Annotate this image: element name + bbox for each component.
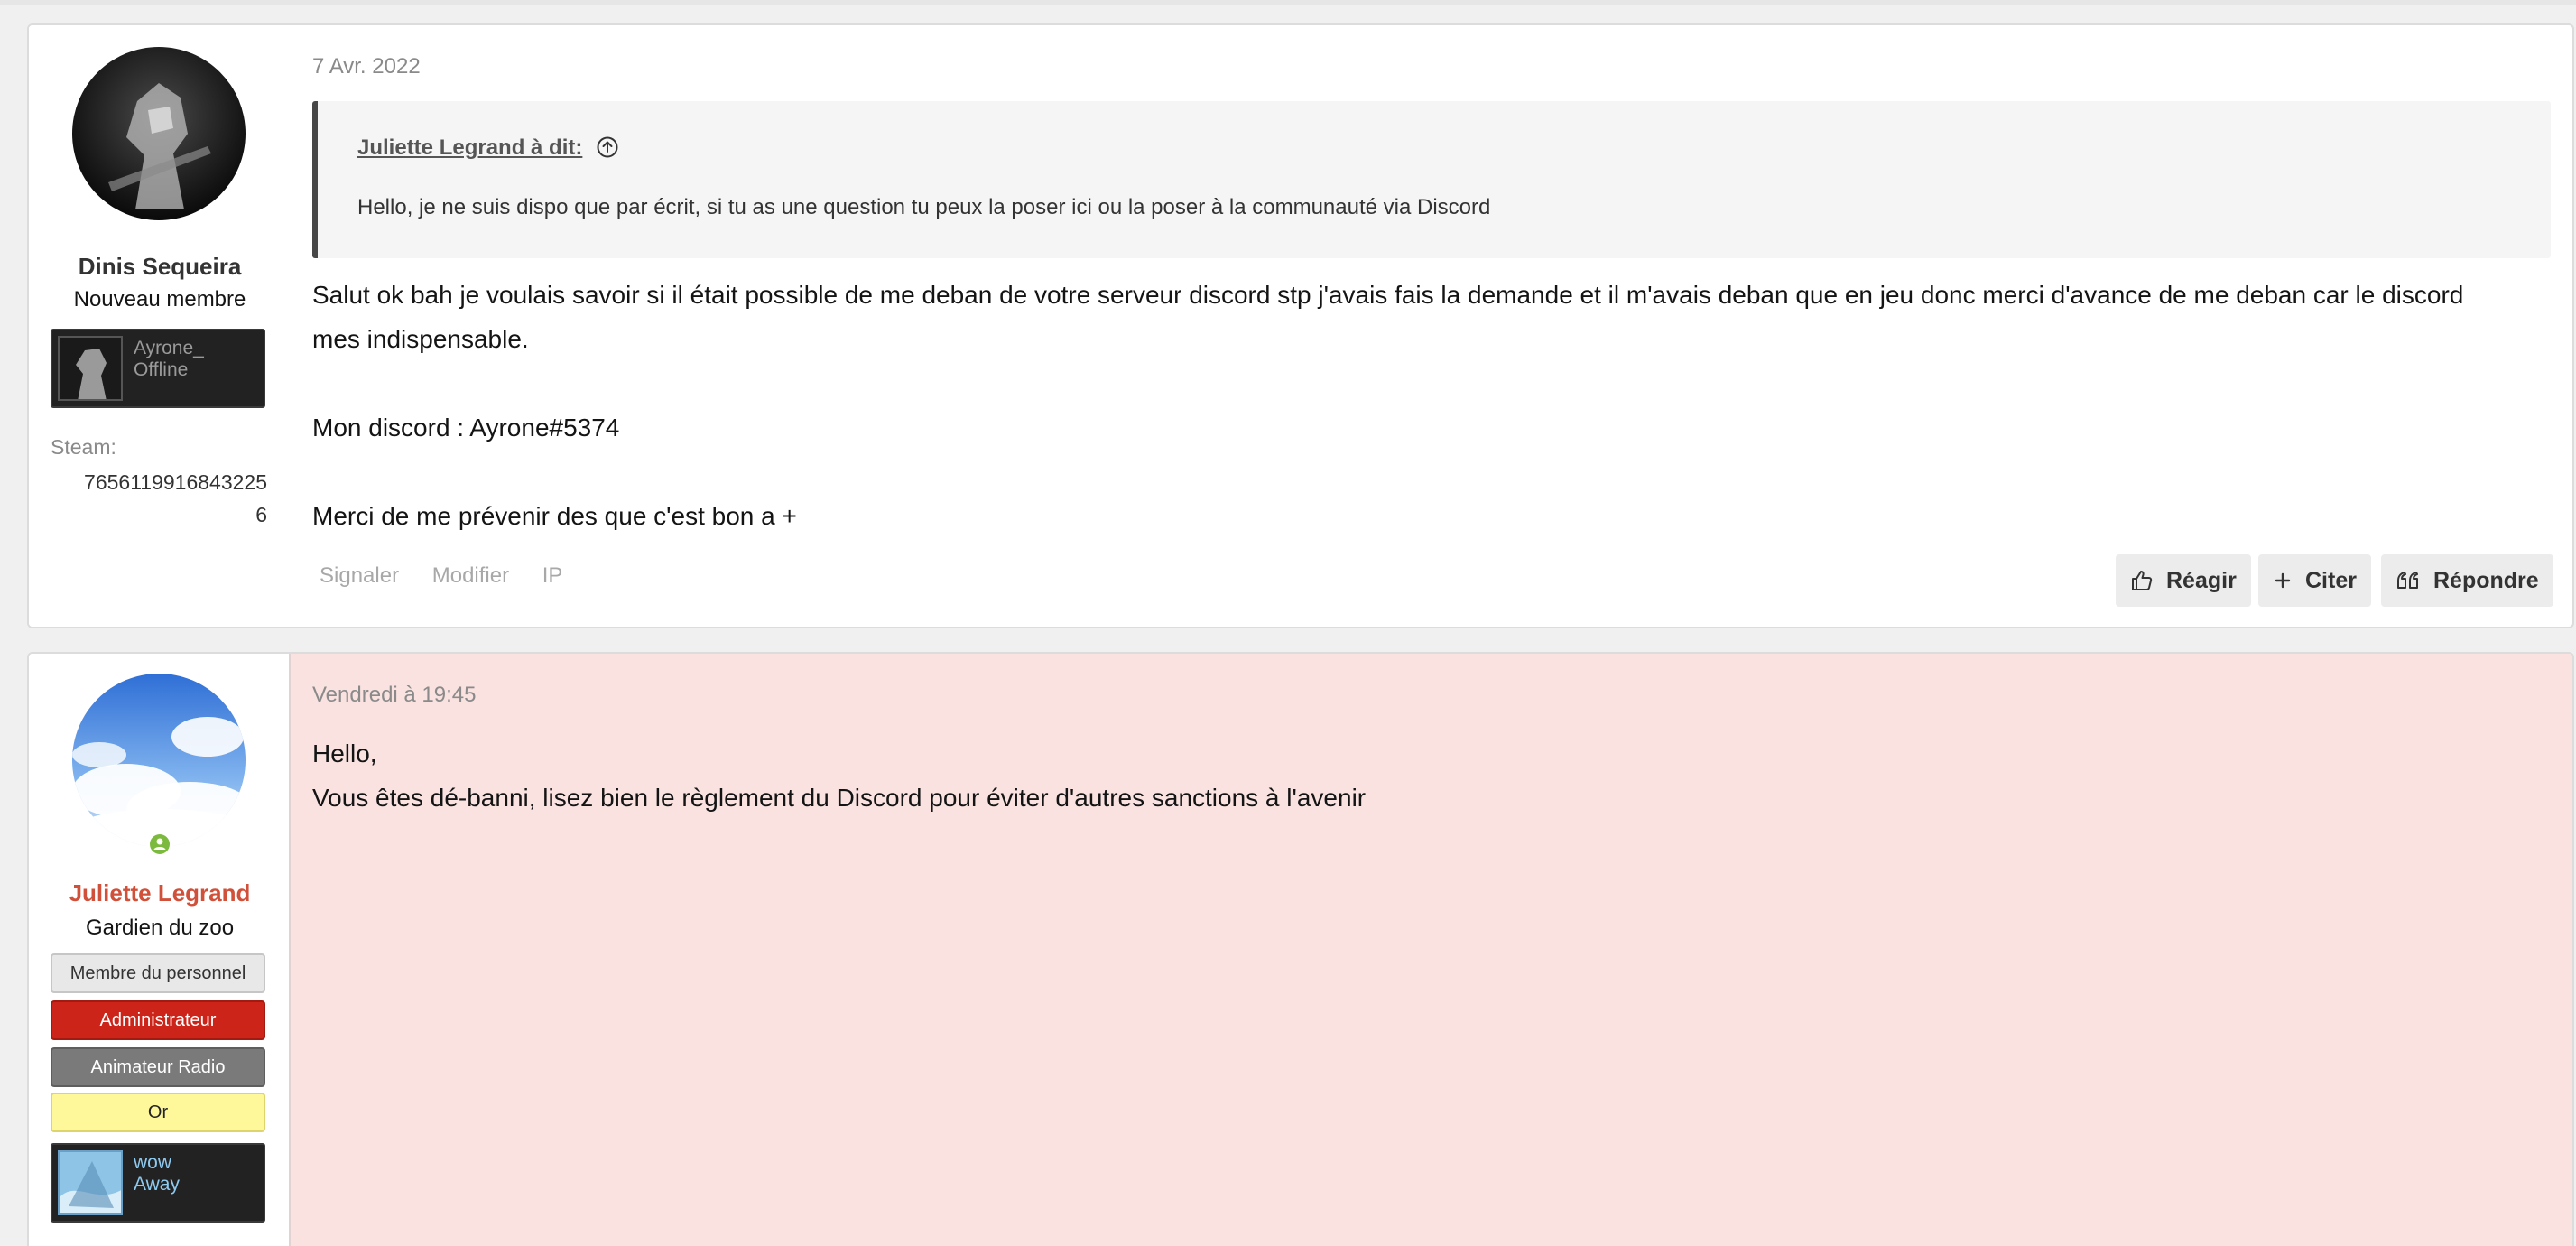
avatar[interactable]	[72, 47, 246, 220]
steam-status-card[interactable]: wow Away	[51, 1143, 265, 1223]
username[interactable]: Juliette Legrand	[29, 879, 291, 907]
status-name: Ayrone_	[134, 338, 204, 358]
message-user-panel: Juliette Legrand Gardien du zoo Membre d…	[29, 654, 291, 1246]
quote-text: Hello, je ne suis dispo que par écrit, s…	[357, 195, 1491, 219]
status-avatar	[58, 1150, 123, 1215]
previous-post-edge	[0, 0, 2576, 5]
ip-link[interactable]: IP	[542, 563, 563, 588]
message-user-panel: Dinis Sequeira Nouveau membre Ayrone_ Of…	[29, 25, 291, 627]
post-actions-left: Signaler Modifier IP	[320, 563, 589, 589]
arrow-up-circle-icon[interactable]	[596, 135, 619, 159]
custom-field-value-line: 7656119916843225	[84, 470, 267, 494]
message-line: Mon discord : Ayrone#5374	[312, 414, 620, 442]
message-line: Merci de me prévenir des que c'est bon a…	[312, 502, 797, 530]
message-body: Hello, Vous êtes dé-banni, lisez bien le…	[312, 731, 2560, 820]
avatar[interactable]	[72, 674, 246, 847]
message-line: Hello,	[312, 739, 377, 767]
username[interactable]: Dinis Sequeira	[29, 253, 291, 281]
reply-label: Répondre	[2433, 567, 2539, 593]
banner-gold: Or	[51, 1093, 265, 1132]
report-link[interactable]: Signaler	[320, 563, 399, 588]
react-label: Réagir	[2166, 567, 2237, 593]
message-post-staff: Juliette Legrand Gardien du zoo Membre d…	[27, 652, 2574, 1246]
banner-radio: Animateur Radio	[51, 1047, 265, 1087]
edit-link[interactable]: Modifier	[432, 563, 509, 588]
message-line: Vous êtes dé-banni, lisez bien le règlem…	[312, 784, 1367, 812]
user-title: Gardien du zoo	[85, 916, 235, 940]
banner-admin: Administrateur	[51, 1000, 265, 1040]
status-name: wow	[134, 1152, 172, 1173]
reply-button[interactable]: Répondre	[2381, 554, 2553, 607]
status-state: Away	[134, 1174, 180, 1195]
plus-icon	[2275, 572, 2291, 589]
message-line: Salut ok bah je voulais savoir si il éta…	[312, 281, 2464, 309]
thumbs-up-icon	[2132, 571, 2153, 590]
quote-button[interactable]: Citer	[2258, 554, 2371, 607]
status-avatar	[58, 336, 123, 401]
message-body: Salut ok bah je voulais savoir si il éta…	[312, 273, 2560, 538]
custom-field-label: Steam:	[51, 435, 116, 459]
user-title: Nouveau membre	[73, 287, 246, 312]
post-date[interactable]: Vendredi à 19:45	[312, 683, 477, 708]
custom-field-value: 7656119916843225 6	[51, 466, 267, 531]
quote-author-link[interactable]: Juliette Legrand à dit:	[357, 135, 582, 161]
quote-marks-icon	[2397, 572, 2418, 589]
react-button[interactable]: Réagir	[2116, 554, 2251, 607]
status-state: Offline	[134, 359, 189, 380]
quote-label: Citer	[2305, 567, 2357, 593]
user-online-icon	[150, 834, 170, 854]
steam-status-card[interactable]: Ayrone_ Offline	[51, 329, 265, 408]
quote-block: Juliette Legrand à dit: Hello, je ne sui…	[312, 101, 2551, 258]
message-line: mes indispensable.	[312, 325, 529, 353]
message-post: Dinis Sequeira Nouveau membre Ayrone_ Of…	[27, 23, 2574, 628]
post-date[interactable]: 7 Avr. 2022	[312, 54, 421, 79]
online-indicator	[146, 831, 173, 858]
banner-staff: Membre du personnel	[51, 953, 265, 993]
custom-field-value-line: 6	[255, 503, 267, 526]
